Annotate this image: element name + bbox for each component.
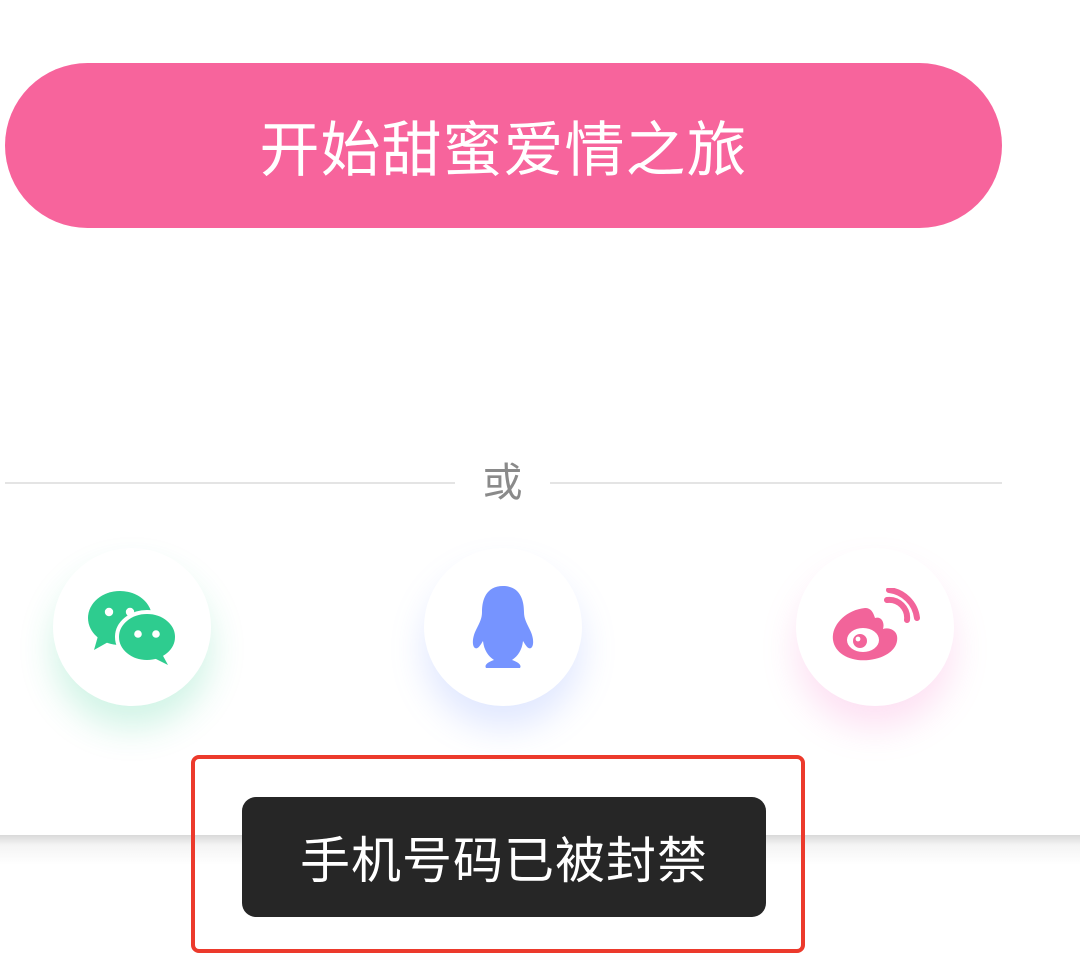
- toast-message: 手机号码已被封禁: [242, 797, 766, 917]
- start-journey-button[interactable]: 开始甜蜜爱情之旅: [5, 63, 1002, 228]
- divider-line-left: [5, 482, 455, 484]
- divider-line-right: [550, 482, 1002, 484]
- weibo-icon: [829, 588, 921, 666]
- qq-login-button[interactable]: [424, 548, 582, 706]
- weibo-login-button[interactable]: [796, 548, 954, 706]
- qq-penguin-icon: [470, 584, 536, 670]
- login-screen: 开始甜蜜爱情之旅 或 手机号码已被封禁: [0, 0, 1080, 980]
- divider-or-text: 或: [482, 460, 523, 506]
- wechat-login-button[interactable]: [53, 548, 211, 706]
- wechat-icon: [86, 588, 178, 666]
